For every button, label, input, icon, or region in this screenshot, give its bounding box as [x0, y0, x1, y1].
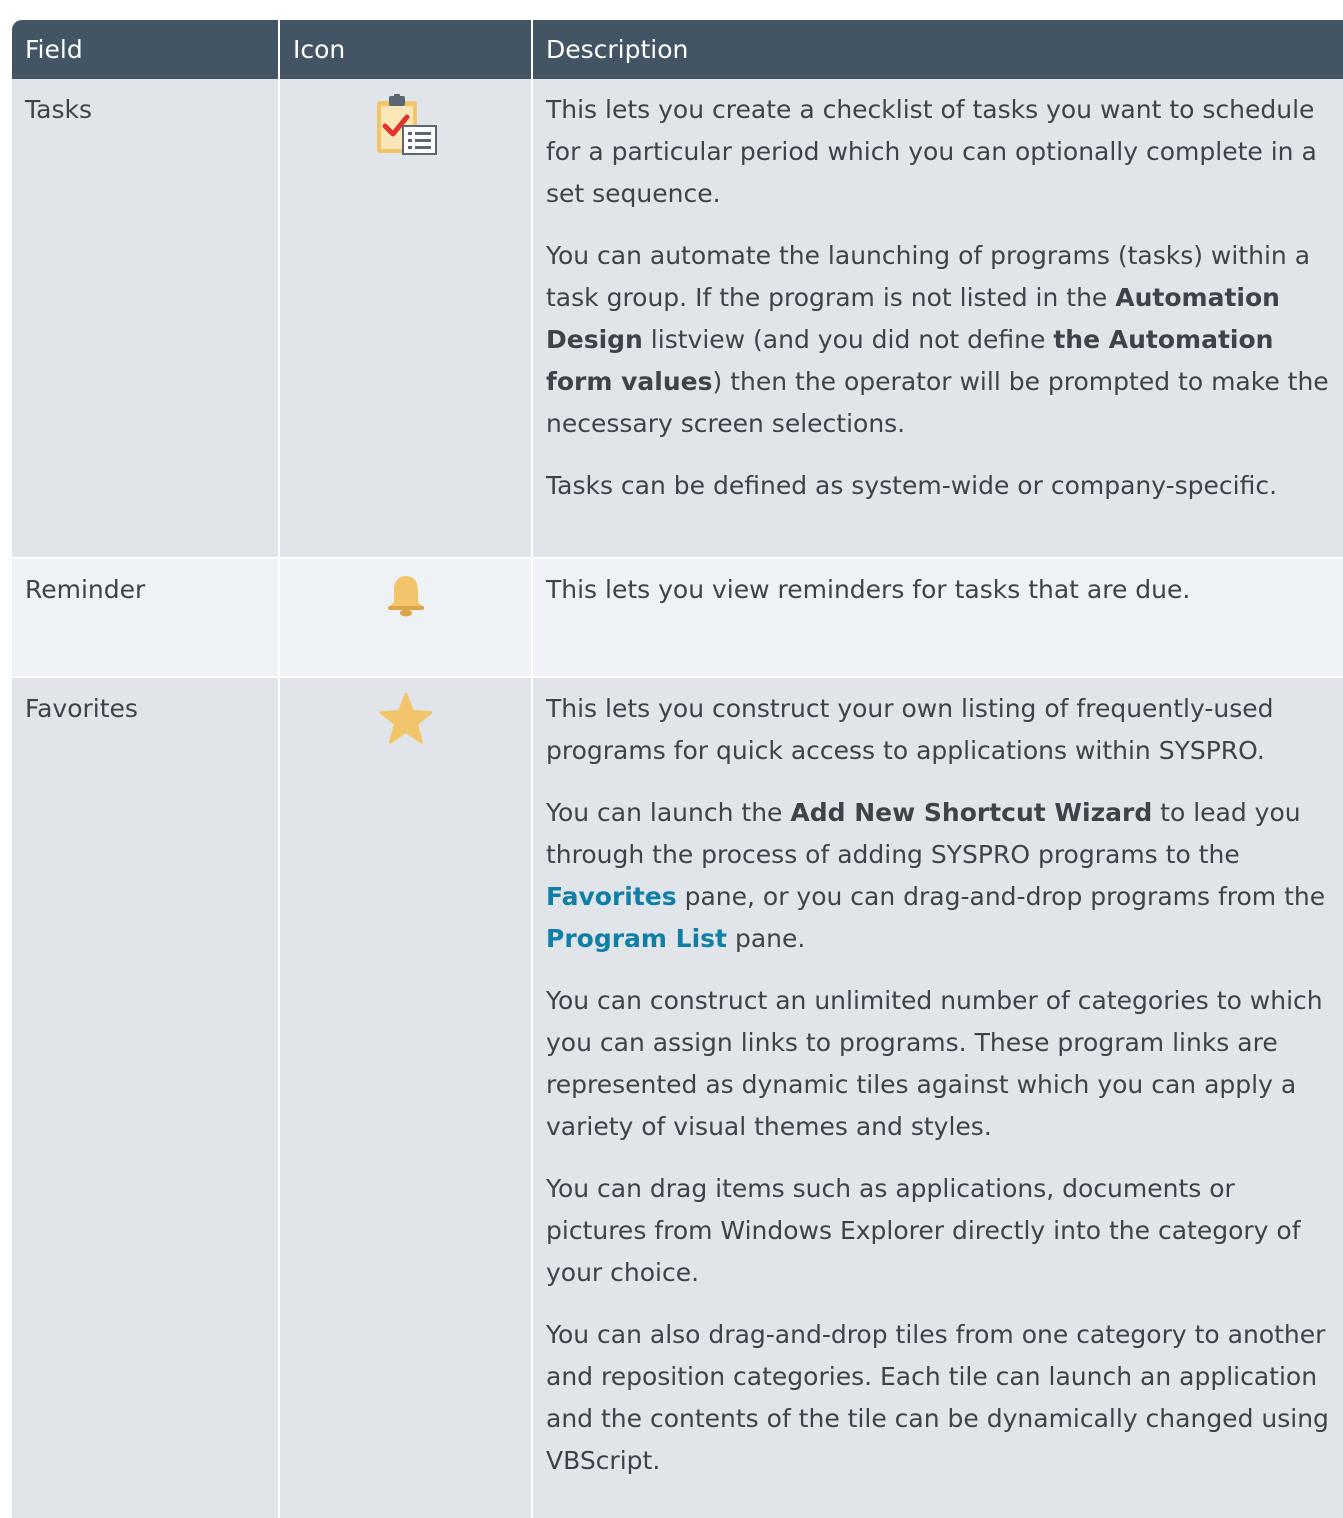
table-header-row: Field Icon Description — [12, 20, 1343, 79]
header-field: Field — [12, 20, 279, 79]
favorites-p5: You can also drag-and-drop tiles from on… — [546, 1320, 1329, 1475]
star-icon — [379, 692, 433, 744]
add-new-shortcut-wizard-term: Add New Shortcut Wizard — [790, 798, 1153, 827]
table-row-reminder: Reminder This lets you view reminders fo… — [12, 557, 1343, 677]
table-row-tasks: Tasks This lets you create a checklist o… — [12, 79, 1343, 558]
description-tasks: This lets you create a checklist of task… — [531, 79, 1343, 558]
tasks-p2: You can automate the launching of progra… — [546, 241, 1329, 438]
header-icon: Icon — [278, 20, 532, 79]
tasks-p1: This lets you create a checklist of task… — [546, 95, 1317, 208]
favorites-p4: You can drag items such as applications,… — [546, 1174, 1301, 1287]
header-description: Description — [531, 20, 1343, 79]
description-favorites: This lets you construct your own listing… — [531, 676, 1343, 1518]
field-favorites: Favorites — [12, 676, 279, 1518]
tasks-p3: Tasks can be defined as system-wide or c… — [546, 471, 1278, 500]
field-reminder: Reminder — [12, 557, 279, 677]
reminder-p1: This lets you view reminders for tasks t… — [546, 575, 1191, 604]
program-list-link[interactable]: Program List — [546, 924, 727, 953]
favorites-link[interactable]: Favorites — [546, 882, 677, 911]
favorites-p3: You can construct an unlimited number of… — [546, 986, 1323, 1141]
description-reminder: This lets you view reminders for tasks t… — [531, 557, 1343, 677]
fields-table: Field Icon Description Tasks This lets y… — [12, 20, 1343, 1518]
favorites-p2: You can launch the Add New Shortcut Wiza… — [546, 798, 1326, 953]
table-row-favorites: Favorites This lets you construct your o… — [12, 676, 1343, 1518]
field-tasks: Tasks — [12, 79, 279, 558]
favorites-p1: This lets you construct your own listing… — [546, 694, 1274, 765]
tasks-clipboard-icon — [377, 94, 437, 155]
bell-icon — [388, 576, 424, 617]
